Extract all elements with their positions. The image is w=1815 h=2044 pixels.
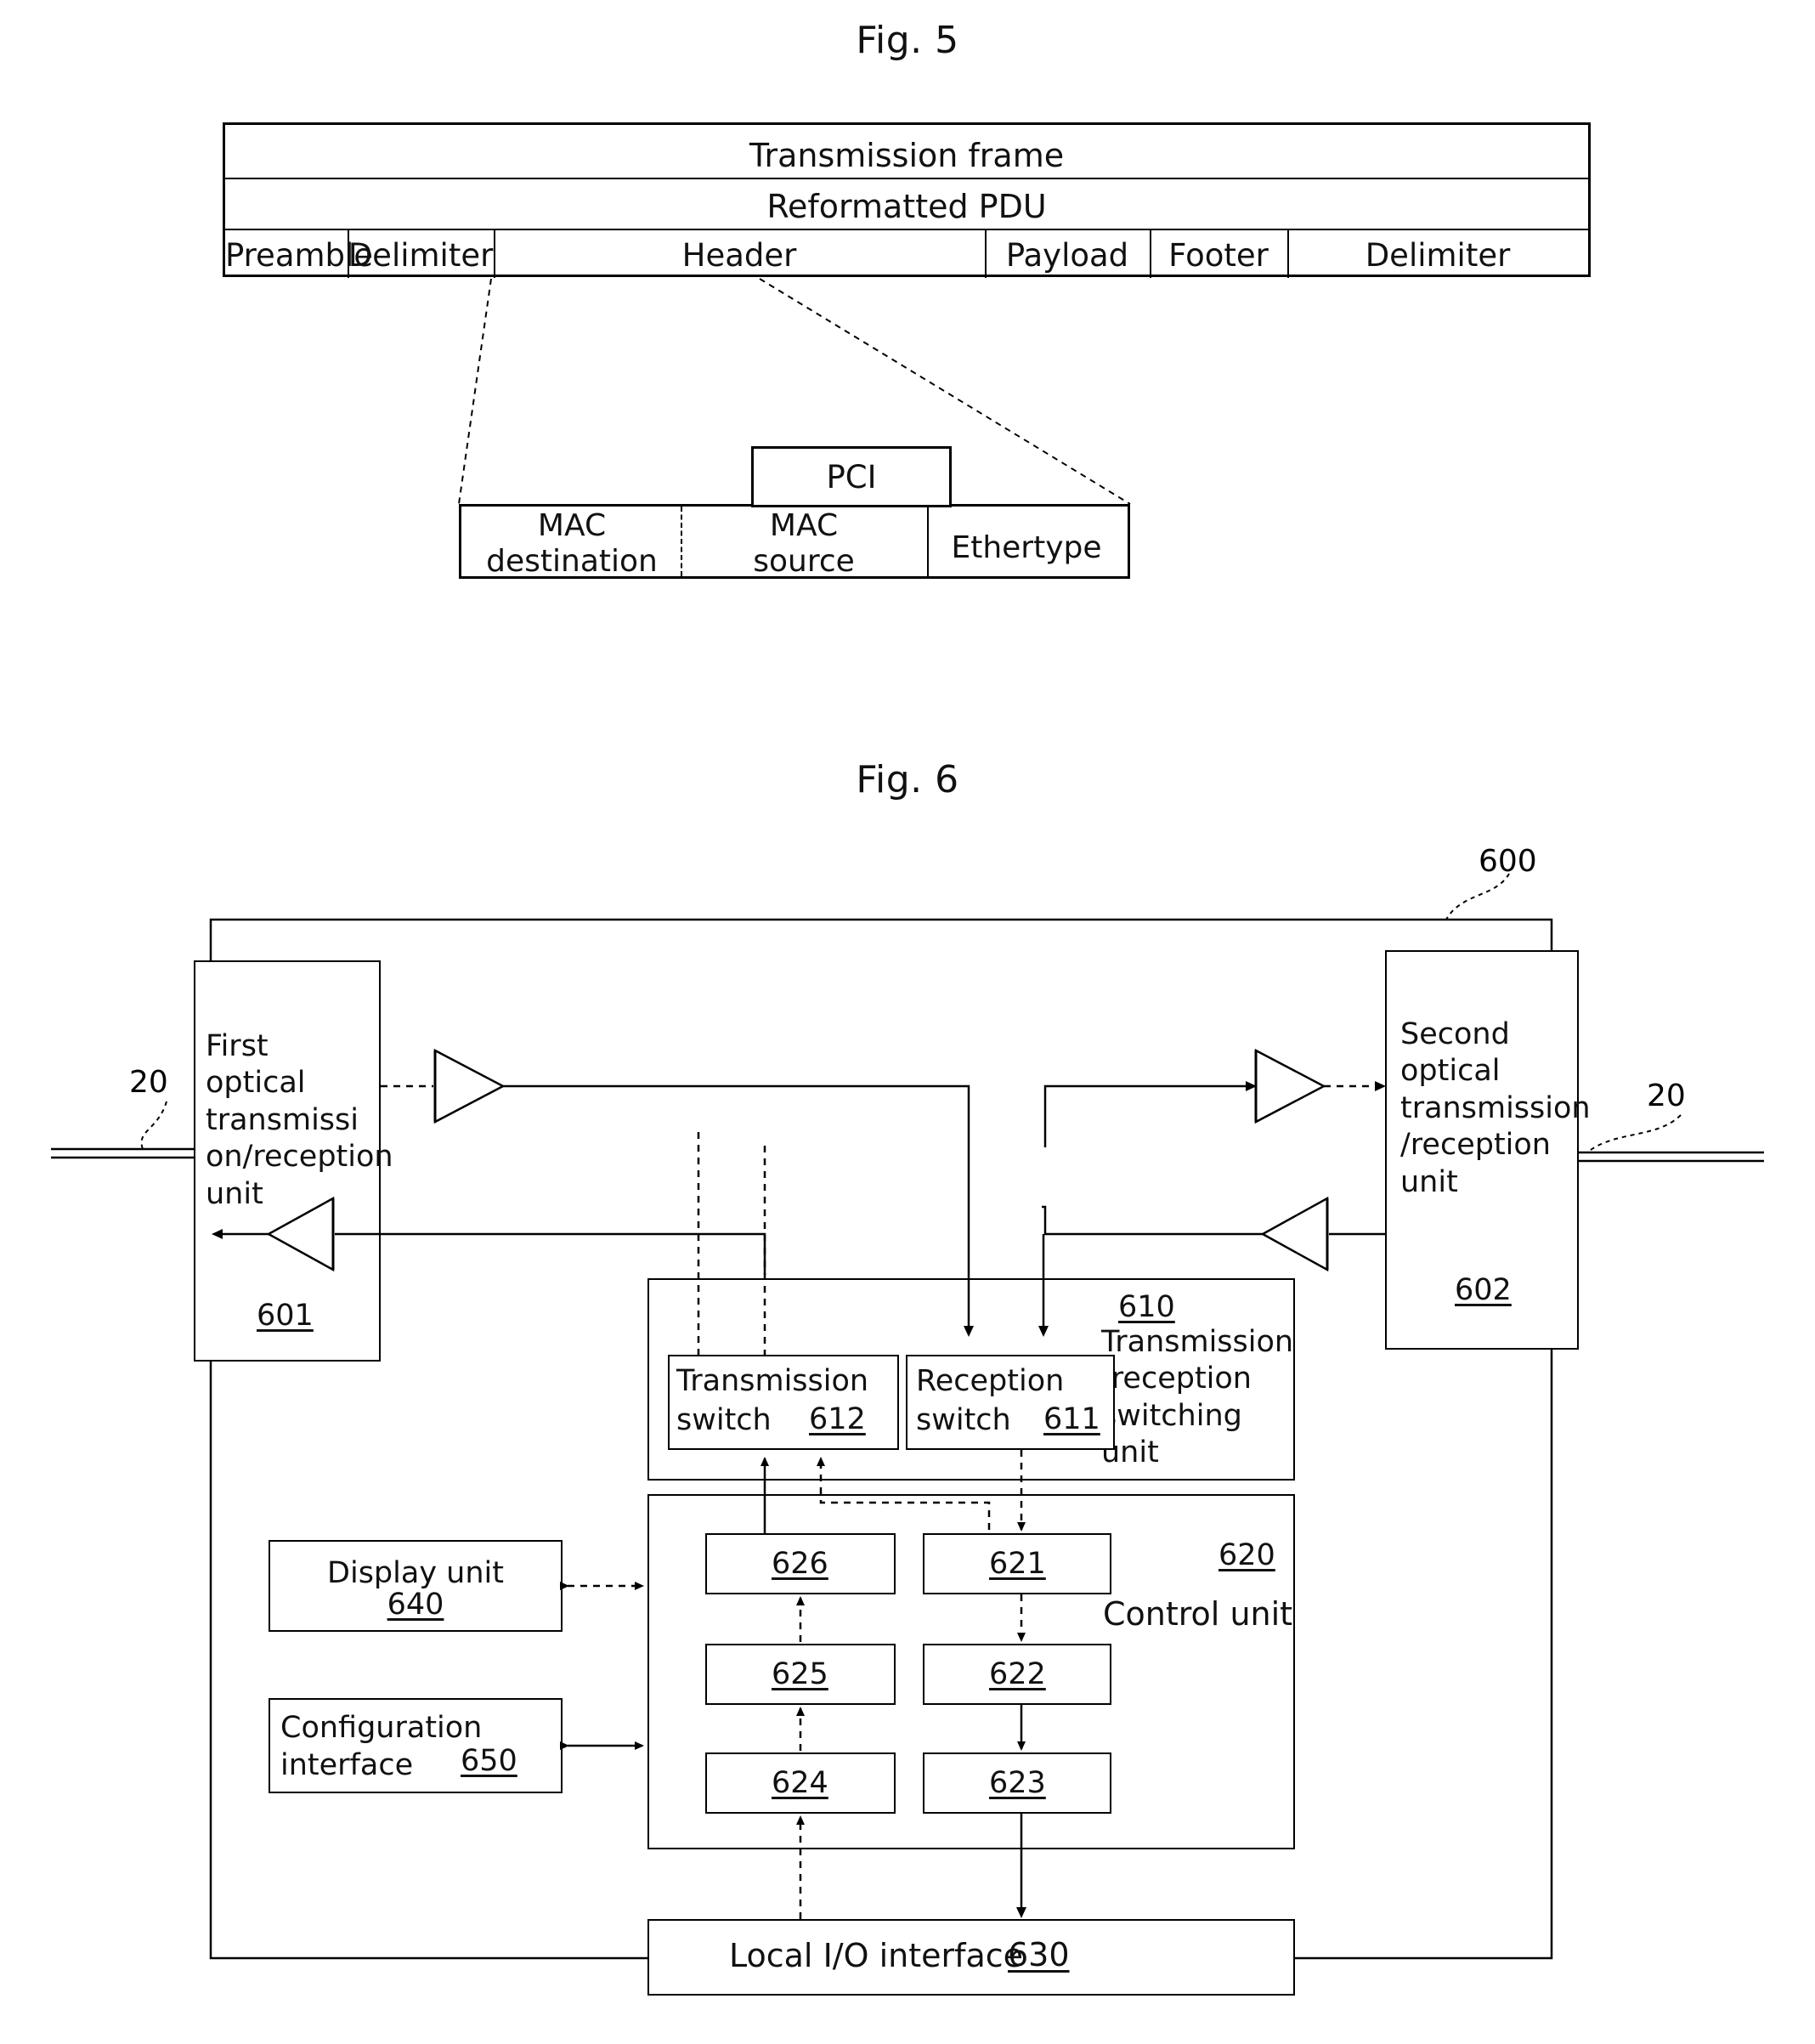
amplifier-left-top (433, 1048, 506, 1124)
first-optical-unit-label: First optical transmissi on/reception un… (206, 1029, 393, 1211)
local-io-interface-ref: 630 (1008, 1936, 1070, 1973)
fiber-ref-left-20: 20 (129, 1065, 168, 1100)
path-to-right-amp (1043, 1081, 1257, 1147)
local-io-interface-label: Local I/O interface (729, 1937, 1024, 1974)
fig5-field-footer: Footer (1168, 237, 1269, 274)
second-optical-unit-label: Second optical transmission /reception u… (1400, 1017, 1591, 1199)
reception-switch-label: Reception (916, 1364, 1065, 1398)
fig6-title: Fig. 6 (856, 758, 959, 801)
fig5-field-delimiter-1: Delimiter (348, 237, 494, 274)
control-block-621-ref: 621 (989, 1547, 1046, 1581)
amplifier-right-top (1254, 1048, 1326, 1124)
fig5-field-header: Header (681, 237, 797, 274)
control-block-623-ref: 623 (989, 1766, 1046, 1800)
configuration-interface-label-2: interface (280, 1748, 414, 1782)
patent-figure-page: Fig. 5 Transmission frame Reformatted PD… (0, 0, 1815, 2044)
first-optical-unit-ref: 601 (257, 1299, 314, 1333)
optical-fiber-left (51, 1147, 194, 1159)
fig5-field-preamble: Preamble (225, 237, 374, 274)
fig5-title: Fig. 5 (856, 19, 959, 62)
transmission-switch-label-2: switch (676, 1403, 772, 1437)
fig5-divider-2 (225, 229, 1588, 230)
reception-switch-label-2: switch (916, 1403, 1011, 1437)
fig5-divider-1 (225, 178, 1588, 179)
configuration-interface-ref: 650 (461, 1744, 517, 1778)
fig5-transmission-frame-table: Transmission frame Reformatted PDU Pream… (223, 122, 1591, 278)
fig5-field-delimiter-2: Delimiter (1365, 237, 1511, 274)
fig5-ethertype-label: Ethertype (951, 530, 1102, 565)
switching-unit-label: Transmission /reception switching unit (1101, 1325, 1294, 1470)
fig5-mac-destination-label: MAC destination (486, 508, 658, 580)
configuration-interface-label: Configuration (280, 1711, 483, 1745)
fig5-mac-source-label: MAC source (753, 508, 855, 580)
control-block-622-ref: 622 (989, 1657, 1046, 1691)
control-block-624-ref: 624 (772, 1766, 828, 1800)
fiber-ref-right-20: 20 (1647, 1079, 1686, 1113)
optical-fiber-right (1579, 1151, 1764, 1163)
amplifier-right-bottom (1260, 1196, 1329, 1272)
fig5-row-transmission-frame: Transmission frame (749, 137, 1065, 174)
control-block-626-ref: 626 (772, 1547, 828, 1581)
switching-unit-ref-610: 610 (1118, 1290, 1175, 1324)
control-unit-label: Control unit (1103, 1595, 1293, 1633)
reception-switch-ref: 611 (1043, 1402, 1100, 1436)
fig5-row-reformatted-pdu: Reformatted PDU (766, 188, 1047, 225)
system-ref-600: 600 (1479, 844, 1537, 879)
transmission-switch-ref: 612 (809, 1402, 866, 1436)
control-unit-ref-620: 620 (1218, 1538, 1275, 1572)
fig5-pci-box: PCI (751, 446, 952, 507)
display-unit-ref: 640 (387, 1588, 444, 1622)
second-optical-unit-ref: 602 (1455, 1273, 1512, 1307)
transmission-switch-label: Transmission (676, 1364, 869, 1398)
display-unit-label: Display unit (327, 1556, 504, 1590)
fig5-field-payload: Payload (1005, 237, 1129, 274)
control-block-625-ref: 625 (772, 1657, 828, 1691)
